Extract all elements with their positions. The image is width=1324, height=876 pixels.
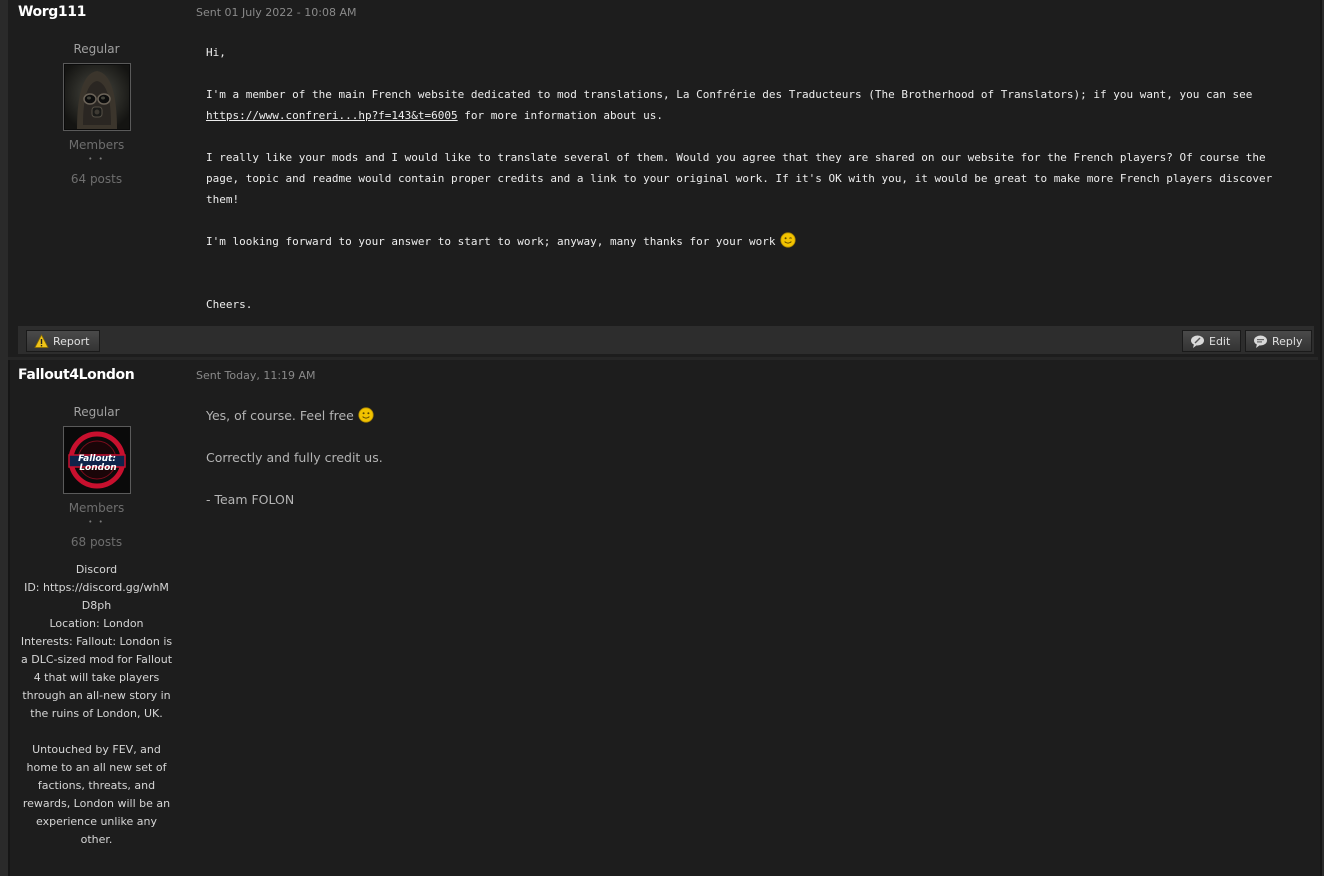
post-controls-bar: Report Edit Reply bbox=[18, 326, 1314, 354]
reputation-pips: • • bbox=[88, 518, 105, 526]
report-label: Report bbox=[53, 335, 90, 348]
paragraph-text: Yes, of course. Feel free bbox=[206, 408, 354, 423]
smiley-icon bbox=[779, 232, 796, 248]
post-date: Sent 01 July 2022 - 10:08 AM bbox=[196, 6, 357, 19]
paragraph-text: I'm looking forward to your answer to st… bbox=[206, 235, 776, 248]
reply-bubble-icon bbox=[1253, 334, 1268, 349]
author-name[interactable]: Fallout4London bbox=[18, 367, 135, 383]
custom-profile-fields: Discord ID: https://discord.gg/whMD8ph L… bbox=[18, 561, 175, 849]
post-count: 68 posts bbox=[70, 535, 123, 549]
edit-label: Edit bbox=[1209, 335, 1231, 348]
member-rank: Regular bbox=[73, 42, 120, 56]
post-divider bbox=[8, 357, 1318, 360]
discord-label: Discord bbox=[75, 563, 118, 576]
avatar[interactable]: Fallout: London bbox=[62, 426, 131, 494]
message-paragraph: Yes, of course. Feel free bbox=[206, 405, 1302, 426]
conversation-page: Worg111 Sent 01 July 2022 - 10:08 AM Reg… bbox=[0, 0, 1324, 876]
reply-label: Reply bbox=[1272, 335, 1303, 348]
post-date: Sent Today, 11:19 AM bbox=[196, 369, 316, 382]
report-button[interactable]: Report bbox=[26, 330, 100, 352]
message-body: Hi, I'm a member of the main French webs… bbox=[206, 42, 1302, 336]
warning-icon bbox=[34, 334, 49, 349]
reputation-pips: • • bbox=[88, 155, 105, 163]
reply-button[interactable]: Reply bbox=[1245, 330, 1312, 352]
interests-field: Interests: Fallout: London is a DLC-size… bbox=[20, 635, 176, 720]
message-paragraph: I really like your mods and I would like… bbox=[206, 151, 1273, 206]
discord-id: ID: https://discord.gg/whMD8ph bbox=[24, 581, 169, 612]
paragraph-text: for more information about us. bbox=[457, 109, 663, 122]
message-paragraph: I'm a member of the main French website … bbox=[206, 84, 1302, 126]
gas-mask-avatar-image bbox=[64, 65, 129, 129]
message-greeting: Hi, bbox=[206, 46, 226, 59]
edit-bubble-icon bbox=[1190, 334, 1205, 349]
author-name[interactable]: Worg111 bbox=[18, 4, 86, 20]
location-field: Location: London bbox=[49, 617, 144, 630]
interests-field-continued: Untouched by FEV, and home to an all new… bbox=[22, 743, 174, 846]
edit-button[interactable]: Edit bbox=[1182, 330, 1241, 352]
svg-text:London: London bbox=[79, 463, 116, 473]
message-body: Yes, of course. Feel free Correctly and … bbox=[206, 405, 1302, 531]
message-closing: Cheers. bbox=[206, 298, 253, 311]
author-info: Regular Fallout: London Members • • 68 p… bbox=[18, 405, 175, 849]
member-rank: Regular bbox=[73, 405, 120, 419]
paragraph-text: I'm a member of the main French website … bbox=[206, 88, 1253, 101]
message-paragraph: I'm looking forward to your answer to st… bbox=[206, 231, 1302, 252]
smiley-icon bbox=[358, 407, 374, 423]
external-link[interactable]: https://www.confreri...hp?f=143&t=6005 bbox=[206, 109, 458, 122]
message-signature: - Team FOLON bbox=[206, 492, 295, 507]
member-group: Members bbox=[68, 138, 125, 152]
fallout-london-logo-avatar: Fallout: London bbox=[64, 428, 129, 492]
member-group: Members bbox=[68, 501, 125, 515]
message-paragraph: Correctly and fully credit us. bbox=[206, 450, 383, 465]
author-info: Regular Members • • 64 posts bbox=[18, 42, 175, 186]
avatar[interactable] bbox=[62, 63, 131, 131]
post-count: 64 posts bbox=[70, 172, 123, 186]
